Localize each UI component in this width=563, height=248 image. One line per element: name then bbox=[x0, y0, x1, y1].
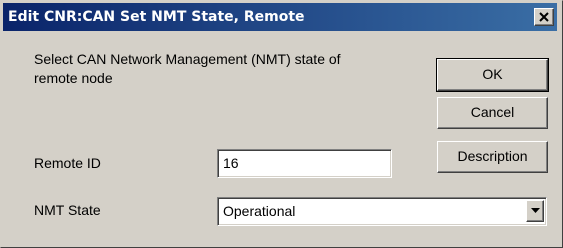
nmt-state-select[interactable]: Operational bbox=[217, 197, 547, 226]
ok-button[interactable]: OK bbox=[436, 58, 549, 92]
close-button[interactable] bbox=[534, 8, 554, 26]
dialog-window: Edit CNR:CAN Set NMT State, Remote Selec… bbox=[0, 0, 563, 248]
remote-id-label: Remote ID bbox=[34, 155, 101, 171]
close-icon bbox=[539, 12, 549, 22]
chevron-down-icon bbox=[531, 208, 540, 213]
cancel-button[interactable]: Cancel bbox=[437, 97, 548, 129]
dropdown-button[interactable] bbox=[526, 200, 544, 222]
window-title: Edit CNR:CAN Set NMT State, Remote bbox=[8, 9, 305, 25]
prompt-text: Select CAN Network Management (NMT) stat… bbox=[34, 51, 341, 86]
title-bar[interactable]: Edit CNR:CAN Set NMT State, Remote bbox=[3, 3, 557, 31]
description-button[interactable]: Description bbox=[437, 141, 548, 173]
remote-id-input[interactable]: 16 bbox=[217, 149, 392, 178]
nmt-state-label: NMT State bbox=[34, 202, 101, 218]
remote-id-value: 16 bbox=[223, 155, 239, 171]
nmt-state-value: Operational bbox=[223, 203, 296, 219]
